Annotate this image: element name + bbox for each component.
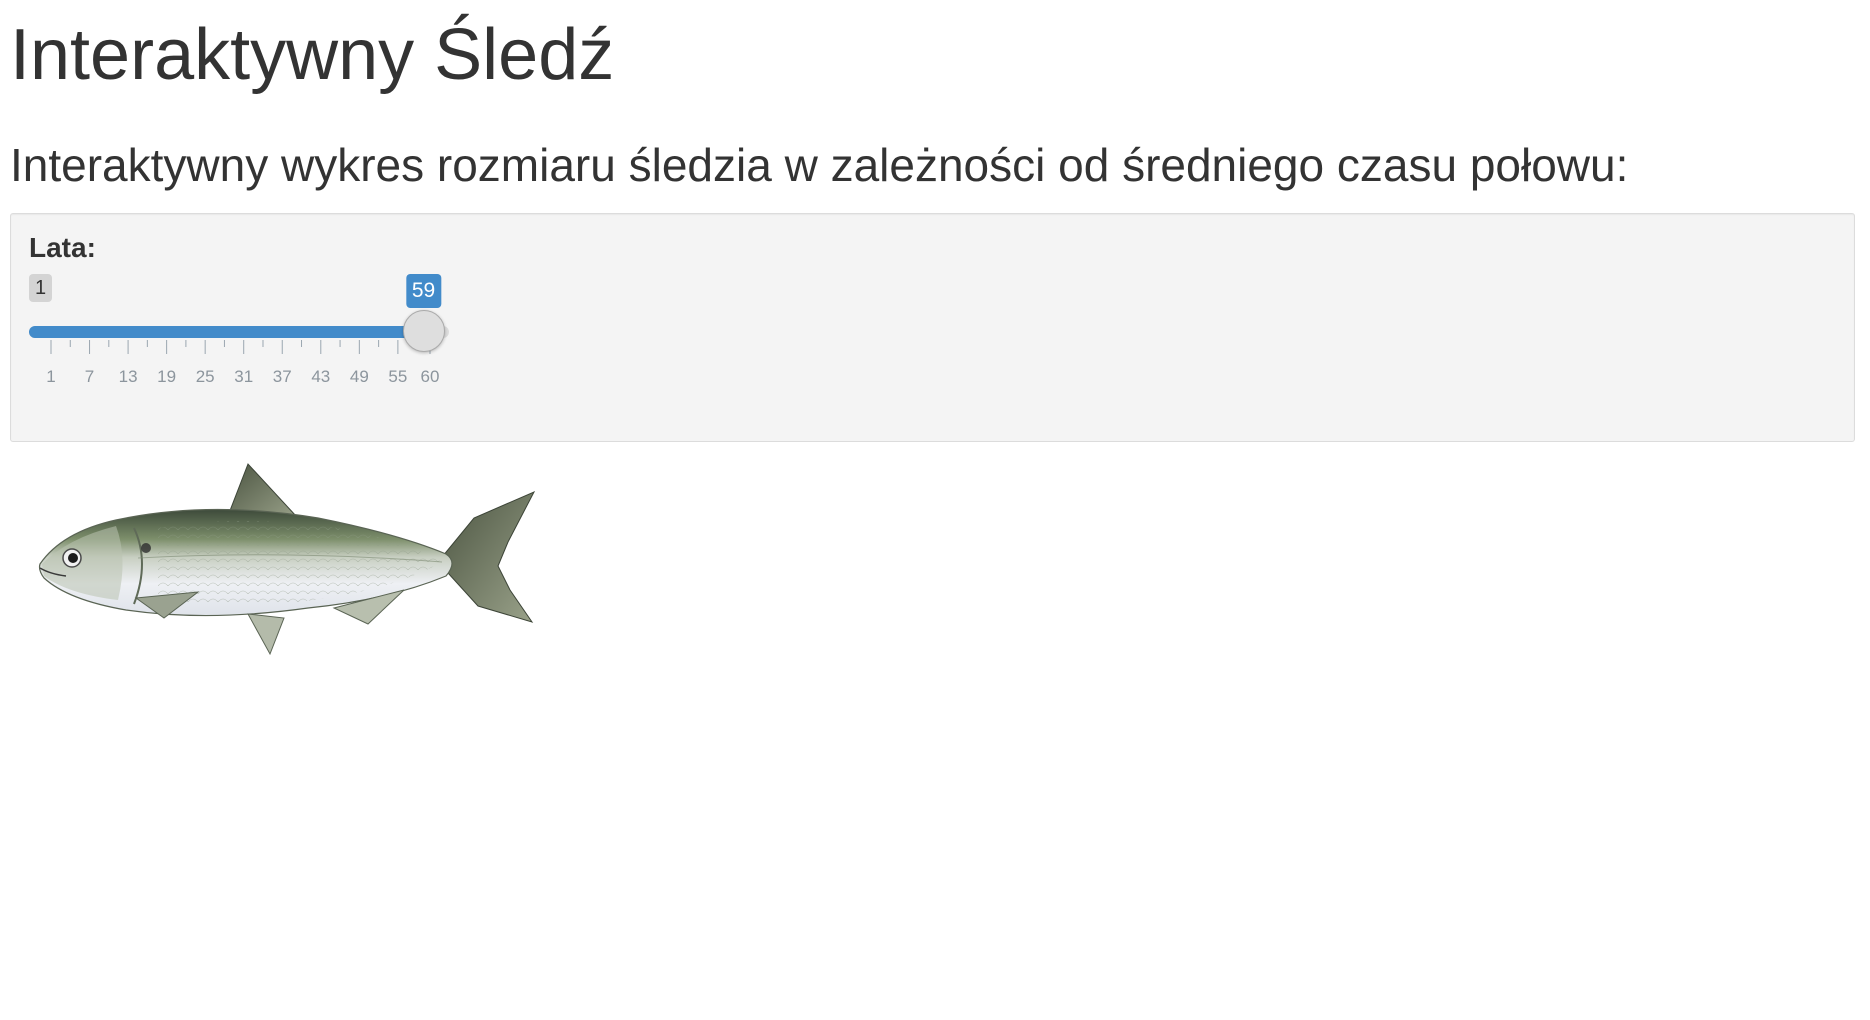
herring-fish-image xyxy=(38,463,536,656)
years-slider[interactable]: 1 59 1 7 13 19 25 31 37 43 49 55 60 xyxy=(29,274,449,394)
slider-label: Lata: xyxy=(29,232,96,263)
slider-tick-label: 60 xyxy=(421,367,440,386)
app-page: Interaktywny Śledź Interaktywny wykres r… xyxy=(0,0,1870,1020)
slider-tick-label: 1 xyxy=(46,367,55,386)
slider-tick-label: 55 xyxy=(388,367,407,386)
page-subtitle: Interaktywny wykres rozmiaru śledzia w z… xyxy=(10,139,1629,191)
page-title: Interaktywny Śledź xyxy=(10,15,615,95)
slider-tick-label: 25 xyxy=(196,367,215,386)
slider-tick-label: 13 xyxy=(119,367,138,386)
slider-panel: Lata: 1 59 1 7 13 19 25 31 37 43 49 55 60 xyxy=(10,213,1855,442)
slider-tick-label: 43 xyxy=(311,367,330,386)
slider-tick-label: 19 xyxy=(157,367,176,386)
slider-tick-label: 49 xyxy=(350,367,369,386)
slider-tick-label: 37 xyxy=(273,367,292,386)
slider-tick-label: 7 xyxy=(85,367,94,386)
slider-ticks: 1 7 13 19 25 31 37 43 49 55 60 xyxy=(46,340,440,386)
slider-handle[interactable] xyxy=(402,310,445,352)
slider-tick-label: 31 xyxy=(234,367,253,386)
